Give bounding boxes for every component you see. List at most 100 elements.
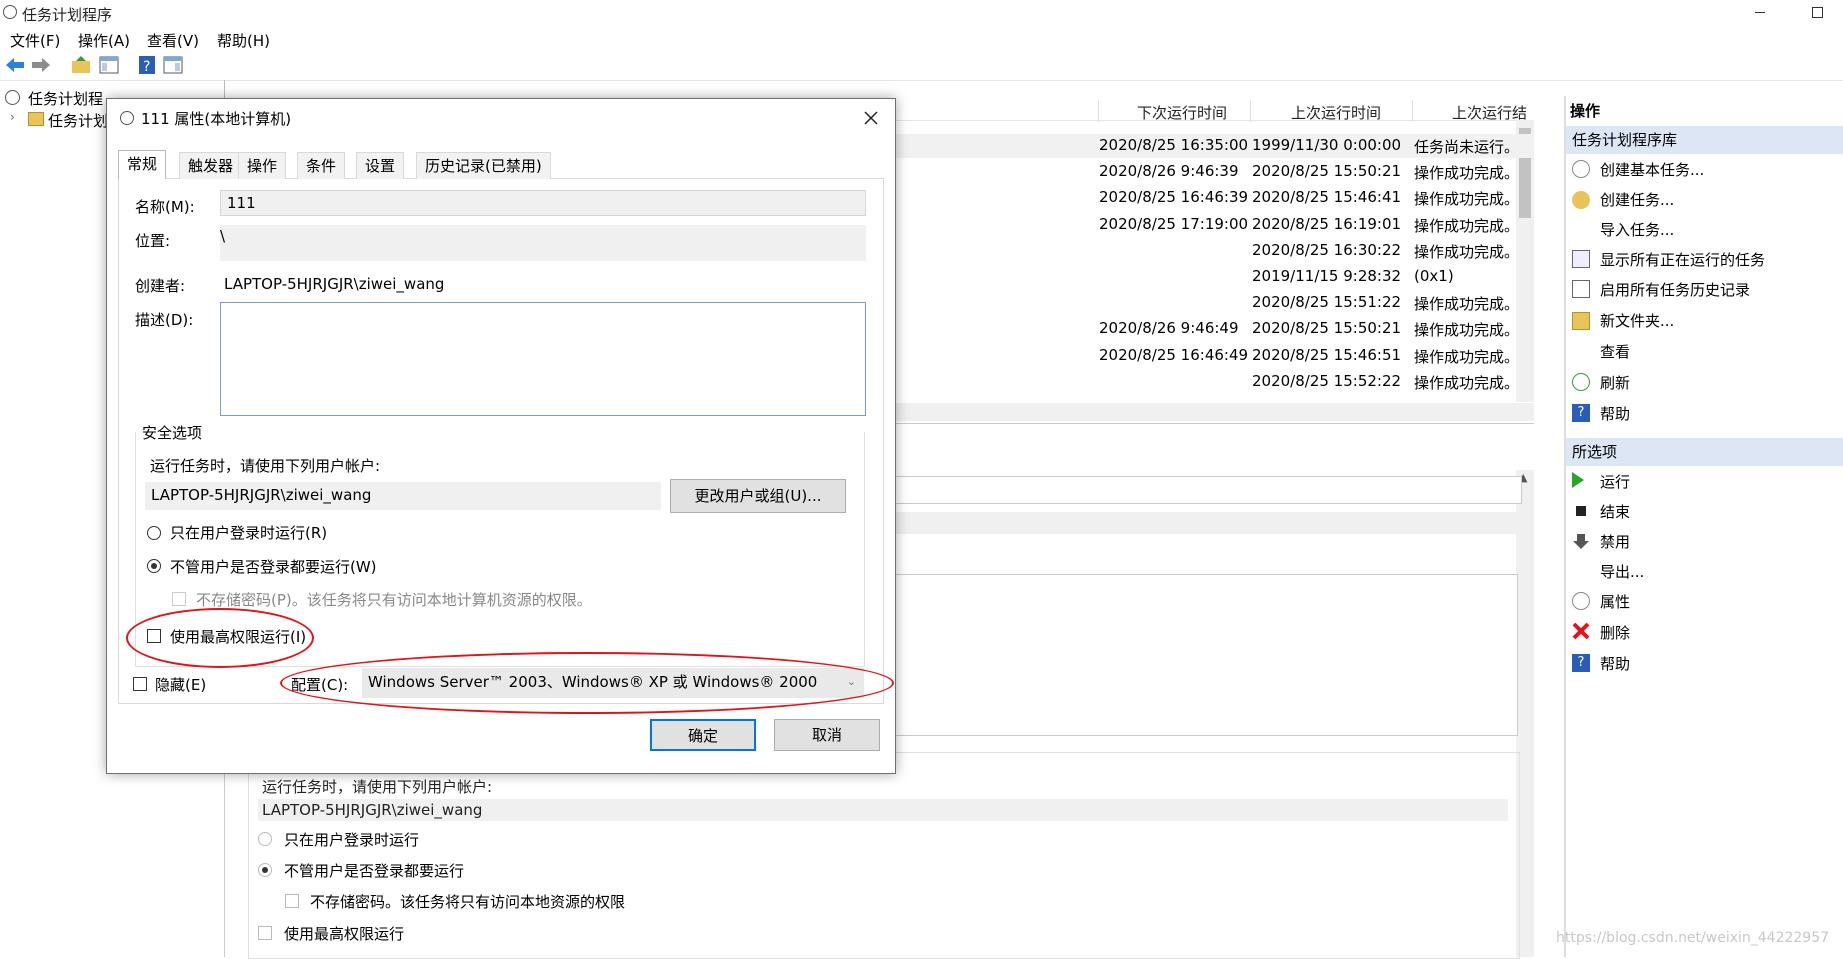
tab-settings[interactable]: 设置 (356, 152, 405, 179)
details-desc-box (894, 574, 1518, 736)
properties-icon (1572, 592, 1590, 610)
action-help[interactable]: 帮助 (1600, 403, 1630, 424)
minimize-button[interactable] (1755, 12, 1765, 13)
row-next-run: 2020/8/25 16:46:39 (1099, 188, 1249, 206)
col-divider[interactable] (1098, 100, 1099, 122)
location-value: \ (220, 227, 226, 245)
up-folder-icon[interactable] (70, 54, 92, 76)
action-show-running[interactable]: 显示所有正在运行的任务 (1600, 249, 1765, 270)
watermark: https://blog.csdn.net/weixin_44222957 (1556, 930, 1830, 946)
details-location-field (894, 512, 1520, 534)
row-next-run: 2020/8/25 16:35:00 (1099, 136, 1249, 154)
bg-run-as-label: 运行任务时，请使用下列用户帐户: (262, 778, 493, 796)
back-arrow-icon[interactable] (4, 54, 26, 76)
action-help-selected[interactable]: 帮助 (1600, 653, 1630, 674)
row-last-result: 操作成功完成。 (1414, 217, 1520, 235)
bg-radio-whether (258, 863, 272, 877)
action-run[interactable]: 运行 (1600, 471, 1630, 492)
tab-general[interactable]: 常规 (118, 150, 167, 179)
folder-clock-icon (28, 112, 44, 126)
forward-arrow-icon[interactable] (30, 54, 52, 76)
action-view[interactable]: 查看 (1600, 341, 1630, 362)
row-last-result: (0x1) (1414, 267, 1454, 285)
row-last-run: 2020/8/25 16:30:22 (1252, 241, 1402, 259)
author-label: 创建者: (135, 277, 186, 295)
close-icon[interactable] (864, 111, 878, 125)
row-last-run: 1999/11/30 0:00:00 (1252, 136, 1402, 154)
dialog-title: 111 属性(本地计算机) (141, 110, 292, 128)
hidden-label[interactable]: 隐藏(E) (155, 674, 206, 695)
clock-icon (120, 111, 134, 125)
actions-section-selected[interactable]: 所选项 (1566, 438, 1843, 466)
tree-child-label[interactable]: 任务计划 (48, 110, 108, 131)
bg-opt-highest: 使用最高权限运行 (284, 925, 405, 943)
col-divider[interactable] (1412, 100, 1413, 122)
action-create-basic-task[interactable]: 创建基本任务... (1600, 159, 1704, 180)
column-last-run[interactable]: 上次运行时间 (1291, 102, 1381, 123)
disable-arrow-icon (1573, 534, 1589, 549)
menu-help[interactable]: 帮助(H) (217, 30, 270, 51)
column-next-run[interactable]: 下次运行时间 (1137, 102, 1227, 123)
menu-bar: 文件(F) 操作(A) 查看(V) 帮助(H) (0, 26, 1843, 50)
row-next-run: 2020/8/26 9:46:49 (1099, 319, 1239, 337)
action-refresh[interactable]: 刷新 (1600, 372, 1630, 393)
chevron-right-icon[interactable]: › (10, 110, 15, 124)
opt-whether-label[interactable]: 不管用户是否登录都要运行(W) (170, 556, 377, 577)
row-last-result: 操作成功完成。 (1414, 164, 1520, 182)
col-divider[interactable] (1250, 100, 1251, 122)
tab-triggers[interactable]: 触发器 (179, 152, 243, 179)
action-create-task[interactable]: 创建任务... (1600, 189, 1674, 210)
action-end[interactable]: 结束 (1600, 501, 1630, 522)
maximize-button[interactable] (1812, 7, 1823, 18)
help-icon[interactable]: ? (136, 54, 158, 76)
tab-conditions[interactable]: 条件 (297, 152, 346, 179)
name-value: 111 (227, 194, 256, 212)
actions-section-library[interactable]: 任务计划程序库 (1566, 126, 1843, 154)
action-export[interactable]: 导出... (1600, 561, 1644, 582)
location-field: \ (220, 225, 866, 261)
bg-radio-logged-on (258, 832, 272, 846)
row-next-run: 2020/8/25 16:46:49 (1099, 346, 1249, 364)
opt-logged-on-label[interactable]: 只在用户登录时运行(R) (170, 522, 327, 543)
svg-text:?: ? (143, 59, 150, 75)
change-user-button[interactable]: 更改用户或组(U)... (670, 479, 846, 513)
description-textarea[interactable] (220, 302, 866, 416)
radio-logged-on[interactable] (147, 526, 161, 540)
bg-opt-whether: 不管用户是否登录都要运行 (284, 862, 465, 880)
menu-view[interactable]: 查看(V) (147, 30, 199, 51)
show-action-pane-icon[interactable] (162, 54, 184, 76)
checkbox-no-password[interactable] (172, 592, 186, 606)
create-basic-task-icon (1572, 160, 1590, 178)
row-last-run: 2020/8/25 15:46:41 (1252, 188, 1402, 206)
tab-actions[interactable]: 操作 (238, 152, 287, 179)
tree-root-label[interactable]: 任务计划程 (28, 88, 103, 109)
row-last-result: 操作成功完成。 (1414, 374, 1520, 392)
action-disable[interactable]: 禁用 (1600, 531, 1630, 552)
action-delete[interactable]: 删除 (1600, 622, 1630, 643)
row-last-run: 2020/8/25 15:50:21 (1252, 319, 1402, 337)
action-enable-history[interactable]: 启用所有任务历史记录 (1600, 279, 1750, 300)
action-new-folder[interactable]: 新文件夹... (1600, 310, 1674, 331)
show-hide-tree-icon[interactable] (98, 54, 120, 76)
tab-history[interactable]: 历史记录(已禁用) (416, 152, 551, 179)
row-last-result: 任务尚未运行。 (1414, 138, 1520, 156)
action-properties[interactable]: 属性 (1600, 591, 1630, 612)
app-title: 任务计划程序 (22, 6, 113, 24)
menu-action[interactable]: 操作(A) (78, 30, 130, 51)
name-input[interactable]: 111 (220, 190, 866, 216)
action-import-task[interactable]: 导入任务... (1600, 219, 1674, 240)
checkbox-hidden[interactable] (133, 677, 147, 691)
author-value: LAPTOP-5HJRJGJR\ziwei_wang (224, 275, 445, 293)
run-icon (1572, 472, 1584, 488)
row-last-result: 操作成功完成。 (1414, 243, 1520, 261)
cancel-button[interactable]: 取消 (774, 719, 880, 751)
toolbar: ? (0, 50, 1843, 81)
name-label: 名称(M): (135, 198, 195, 216)
new-folder-icon (1572, 312, 1590, 330)
title-bar: 任务计划程序 (0, 0, 1843, 26)
radio-whether-logged-on[interactable] (147, 559, 161, 573)
column-last-result[interactable]: 上次运行结 (1452, 102, 1527, 123)
ok-button[interactable]: 确定 (650, 719, 756, 751)
location-label: 位置: (135, 232, 171, 250)
menu-file[interactable]: 文件(F) (10, 30, 60, 51)
